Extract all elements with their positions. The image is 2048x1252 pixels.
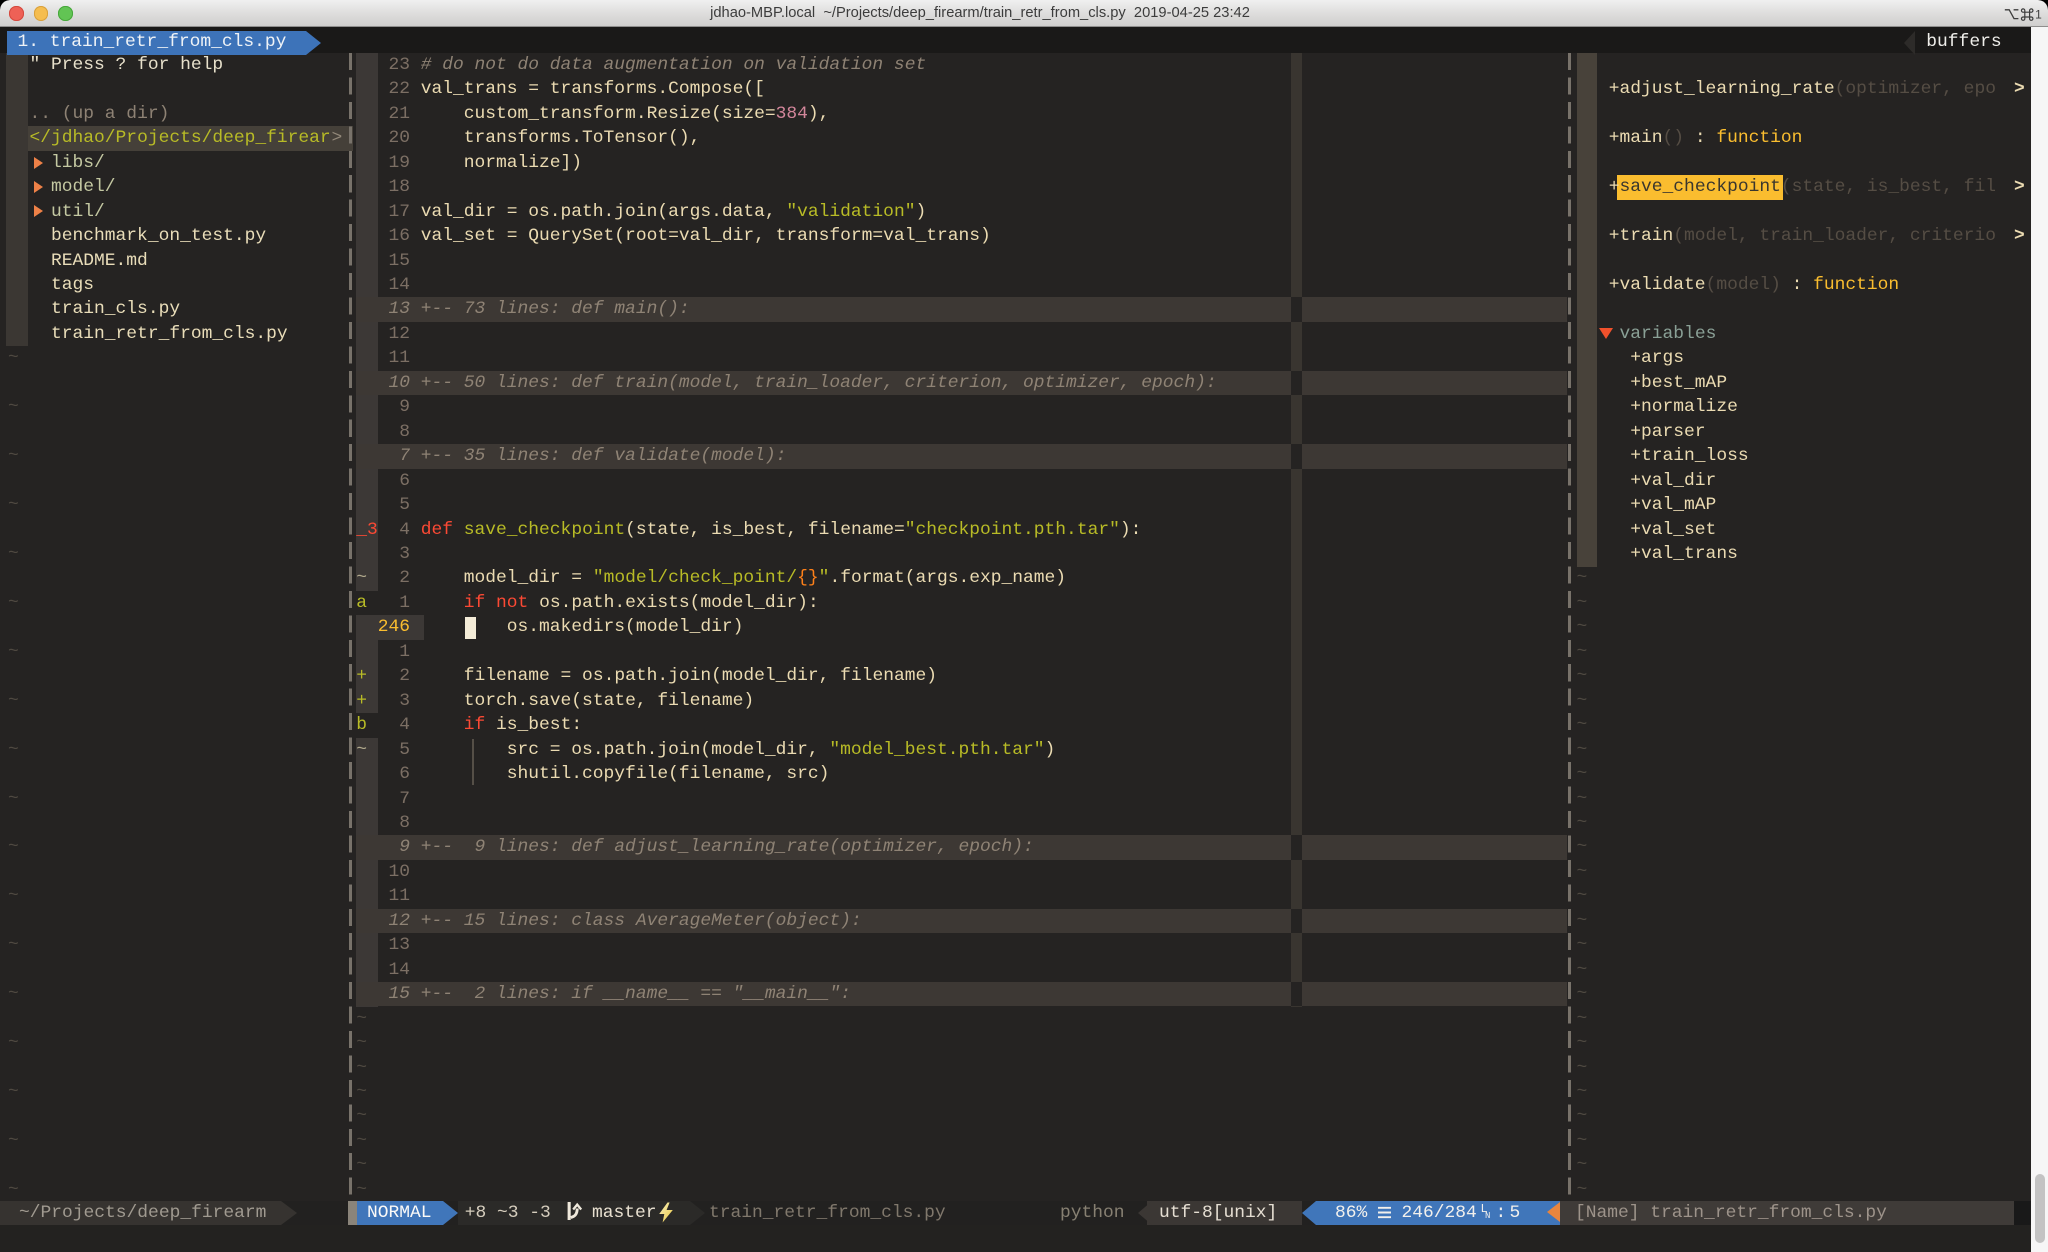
svg-text:1: 1: [2035, 8, 2042, 22]
